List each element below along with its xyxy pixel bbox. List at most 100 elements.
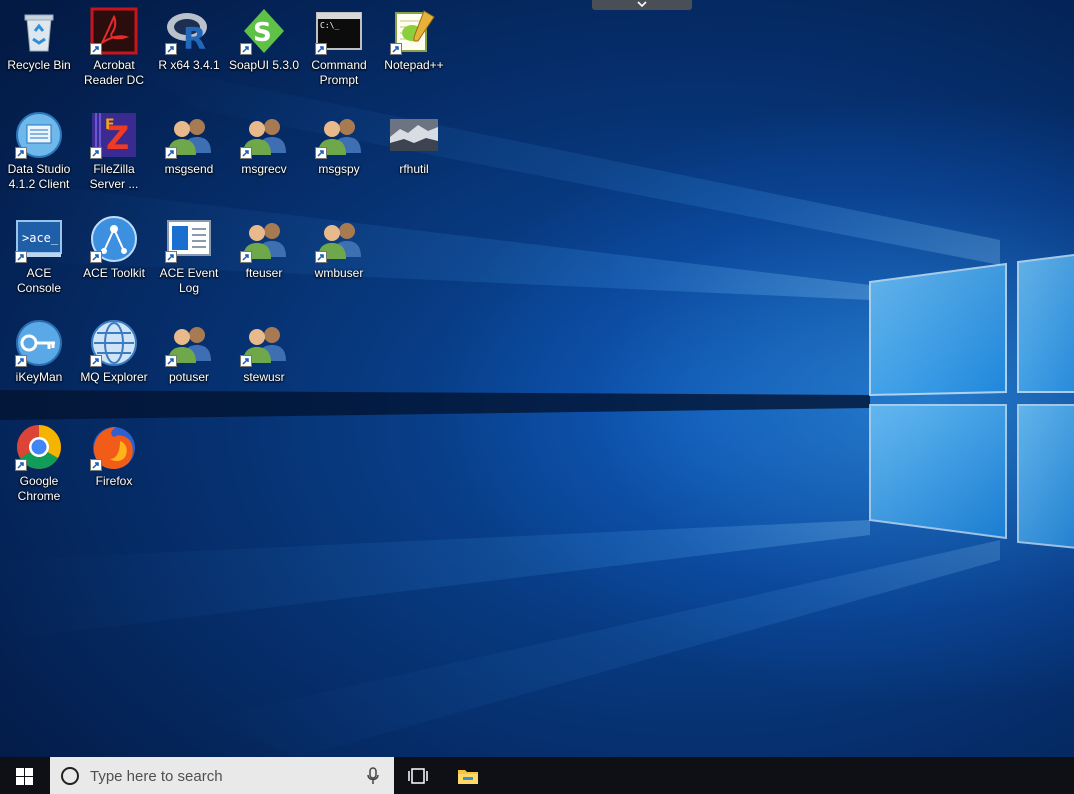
notepad-plus-plus-icon: [390, 7, 438, 55]
start-button[interactable]: [0, 757, 50, 794]
task-view-button[interactable]: [400, 757, 436, 794]
users-icon: [165, 319, 213, 367]
svg-text:R: R: [183, 22, 206, 55]
users-icon: [315, 111, 363, 159]
acrobat-reader-icon: [90, 7, 138, 55]
icon-label: Recycle Bin: [7, 58, 71, 72]
search-box[interactable]: Type here to search: [50, 757, 394, 794]
shortcut-arrow-icon: [240, 147, 252, 159]
desktop-icon-msgsend[interactable]: msgsend: [153, 107, 225, 177]
icon-label: rfhutil: [399, 162, 429, 176]
file-explorer-taskbar-button[interactable]: [450, 757, 486, 794]
shortcut-arrow-icon: [240, 251, 252, 263]
desktop-icon-firefox[interactable]: Firefox: [78, 419, 150, 489]
shortcut-arrow-icon: [15, 147, 27, 159]
desktop-icon-msgspy[interactable]: msgspy: [303, 107, 375, 177]
icon-label: Command Prompt: [311, 58, 367, 87]
icon-label: Google Chrome: [17, 474, 61, 503]
shortcut-arrow-icon: [315, 43, 327, 55]
filezilla-server-icon: ZF: [90, 111, 138, 159]
shortcut-arrow-icon: [90, 43, 102, 55]
ikeyman-icon: [15, 319, 63, 367]
microphone-icon[interactable]: [366, 767, 380, 785]
icon-label: wmbuser: [314, 266, 364, 280]
soapui-icon: S: [240, 7, 288, 55]
rfhutil-icon: [390, 111, 438, 159]
remote-toolbar-toggle[interactable]: [592, 0, 692, 10]
search-circle-icon: [61, 767, 79, 785]
desktop-icon-msgrecv[interactable]: msgrecv: [228, 107, 300, 177]
icon-label: msgrecv: [241, 162, 287, 176]
shortcut-arrow-icon: [15, 251, 27, 263]
users-icon: [240, 215, 288, 263]
shortcut-arrow-icon: [15, 459, 27, 471]
desktop-icon-ace-console[interactable]: >ace_ ACE Console: [3, 211, 75, 296]
search-placeholder: Type here to search: [90, 768, 223, 785]
svg-text:C:\_: C:\_: [320, 21, 339, 30]
ace-toolkit-icon: [90, 215, 138, 263]
desktop-icon-ace-toolkit[interactable]: ACE Toolkit: [78, 211, 150, 281]
shortcut-arrow-icon: [165, 251, 177, 263]
shortcut-arrow-icon: [15, 355, 27, 367]
desktop-icon-recycle-bin[interactable]: Recycle Bin: [3, 3, 75, 73]
shortcut-arrow-icon: [90, 147, 102, 159]
icon-label: msgspy: [318, 162, 360, 176]
chrome-icon: [15, 423, 63, 471]
shortcut-arrow-icon: [165, 147, 177, 159]
command-prompt-icon: C:\_: [315, 7, 363, 55]
desktop-icon-wmbuser[interactable]: wmbuser: [303, 211, 375, 281]
users-icon: [315, 215, 363, 263]
desktop-icon-soapui[interactable]: S SoapUI 5.3.0: [228, 3, 300, 73]
desktop-icon-command-prompt[interactable]: C:\_ Command Prompt: [303, 3, 375, 88]
desktop-icon-potuser[interactable]: potuser: [153, 315, 225, 385]
svg-text:>ace_: >ace_: [22, 231, 59, 245]
desktop-background: Recycle Bin Data Studio 4.1.2 Client >ac…: [0, 0, 1074, 757]
taskbar: Type here to search: [0, 757, 1074, 794]
desktop-icon-google-chrome[interactable]: Google Chrome: [3, 419, 75, 504]
users-icon: [240, 319, 288, 367]
icon-label: iKeyMan: [15, 370, 63, 384]
desktop-icon-data-studio[interactable]: Data Studio 4.1.2 Client: [3, 107, 75, 192]
icon-label: ACE Event Log: [159, 266, 219, 295]
desktop-icon-ikeyman[interactable]: iKeyMan: [3, 315, 75, 385]
file-explorer-icon: [458, 770, 478, 784]
svg-text:F: F: [105, 117, 115, 133]
desktop-icon-filezilla-server[interactable]: ZF FileZilla Server ...: [78, 107, 150, 192]
shortcut-arrow-icon: [165, 43, 177, 55]
icon-label: ACE Console: [16, 266, 62, 295]
icon-label: ACE Toolkit: [83, 266, 145, 280]
icon-label: Acrobat Reader DC: [83, 58, 145, 87]
shortcut-arrow-icon: [90, 355, 102, 367]
task-view-icon: [408, 768, 428, 784]
icon-label: Data Studio 4.1.2 Client: [7, 162, 71, 191]
shortcut-arrow-icon: [90, 459, 102, 471]
mq-explorer-icon: [90, 319, 138, 367]
users-icon: [165, 111, 213, 159]
desktop-icon-stewusr[interactable]: stewusr: [228, 315, 300, 385]
icon-label: Notepad++: [384, 58, 444, 72]
desktop-icon-fteuser[interactable]: fteuser: [228, 211, 300, 281]
desktop-icon-mq-explorer[interactable]: MQ Explorer: [78, 315, 150, 385]
desktop-icon-ace-event-log[interactable]: ACE Event Log: [153, 211, 225, 296]
shortcut-arrow-icon: [315, 251, 327, 263]
svg-text:S: S: [253, 18, 272, 48]
desktop-icon-rfhutil[interactable]: rfhutil: [378, 107, 450, 177]
ace-console-icon: >ace_: [15, 215, 63, 263]
icon-label: MQ Explorer: [80, 370, 148, 384]
shortcut-arrow-icon: [390, 43, 402, 55]
shortcut-arrow-icon: [165, 355, 177, 367]
icon-label: Firefox: [95, 474, 133, 488]
windows-start-icon: [16, 768, 33, 785]
shortcut-arrow-icon: [240, 43, 252, 55]
shortcut-arrow-icon: [90, 251, 102, 263]
desktop-icon-acrobat-reader[interactable]: Acrobat Reader DC: [78, 3, 150, 88]
icon-label: potuser: [168, 370, 210, 384]
recycle-bin-icon: [15, 7, 63, 55]
icon-label: R x64 3.4.1: [158, 58, 220, 72]
icon-label: fteuser: [245, 266, 283, 280]
chevron-down-icon: [637, 1, 647, 8]
desktop-icon-notepad-plus-plus[interactable]: Notepad++: [378, 3, 450, 73]
desktop-icon-r[interactable]: R R x64 3.4.1: [153, 3, 225, 73]
icon-label: stewusr: [243, 370, 285, 384]
icon-label: FileZilla Server ...: [89, 162, 139, 191]
